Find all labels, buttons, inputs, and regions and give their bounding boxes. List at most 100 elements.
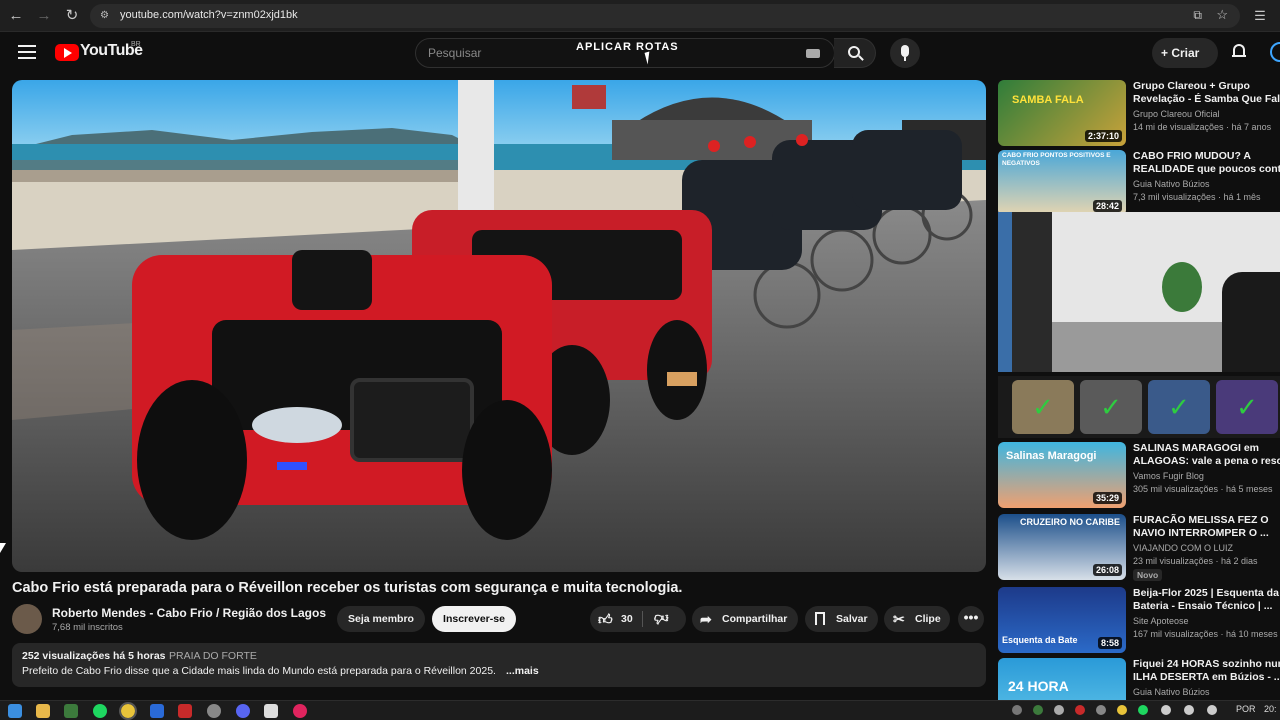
- tray-icon[interactable]: [1012, 705, 1022, 715]
- recommended-item[interactable]: Esquenta da Bate 8:58 Beija-Flor 2025 | …: [998, 587, 1280, 653]
- discord-icon[interactable]: [236, 704, 250, 718]
- video-thumbnail[interactable]: CRUZEIRO NO CARIBE 26:08: [998, 514, 1126, 580]
- tray-icon[interactable]: [1075, 705, 1085, 715]
- recommended-meta: 14 mi de visualizações · há 7 anos: [1133, 122, 1272, 132]
- duration-badge: 2:37:10: [1084, 130, 1122, 142]
- save-button[interactable]: Salvar: [805, 606, 878, 632]
- upload-age: há 5 horas: [113, 650, 166, 662]
- app-icon[interactable]: [150, 704, 164, 718]
- app-icon[interactable]: [207, 704, 221, 718]
- network-icon[interactable]: [1184, 705, 1194, 715]
- subscriber-count: 7,68 mil inscritos: [52, 622, 123, 633]
- app-icon[interactable]: [178, 704, 192, 718]
- recommended-channel[interactable]: VIAJANDO COM O LUIZ: [1133, 543, 1233, 553]
- tray-icon[interactable]: [1033, 705, 1043, 715]
- clip-label: Clipe: [915, 613, 941, 625]
- share-button[interactable]: ➦ Compartilhar: [692, 606, 798, 632]
- url-text[interactable]: youtube.com/watch?v=znm02xjd1bk: [120, 9, 298, 21]
- thumbs-up-icon[interactable]: 👍︎: [598, 606, 613, 632]
- create-button[interactable]: + Criar: [1152, 38, 1218, 68]
- microphone-icon[interactable]: [1161, 705, 1171, 715]
- app-icon[interactable]: [64, 704, 78, 718]
- thumbnail-text: Salinas Maragogi: [1006, 450, 1097, 462]
- channel-name[interactable]: Roberto Mendes - Cabo Frio / Região dos …: [52, 606, 326, 620]
- address-bar[interactable]: ⚙ youtube.com/watch?v=znm02xjd1bk ⧉ ☆: [90, 4, 1240, 28]
- recommended-item[interactable]: CRUZEIRO NO CARIBE 26:08 FURACÃO MELISSA…: [998, 514, 1280, 581]
- channel-avatar[interactable]: [12, 604, 42, 634]
- tray-icon[interactable]: [1054, 705, 1064, 715]
- duration-badge: 28:42: [1092, 200, 1122, 212]
- language-indicator[interactable]: POR: [1236, 704, 1256, 714]
- bookmark-star-icon[interactable]: ☆: [1216, 7, 1228, 23]
- file-explorer-icon[interactable]: [36, 704, 50, 718]
- back-arrow-icon[interactable]: ←: [6, 6, 26, 26]
- clip-button[interactable]: ✂ Clipe: [884, 606, 950, 632]
- recommended-channel[interactable]: Site Apoteose: [1133, 616, 1189, 626]
- video-thumbnail[interactable]: 24 HORA: [998, 658, 1126, 700]
- thumbnail-text: 24 HORA: [1008, 678, 1069, 694]
- thumbs-down-icon[interactable]: 👍︎: [654, 606, 669, 632]
- location-tag[interactable]: PRAIA DO FORTE: [169, 650, 257, 662]
- youtube-logo-icon[interactable]: [55, 44, 79, 61]
- check-icon: ✓: [1080, 380, 1142, 434]
- recommended-channel[interactable]: Guia Nativo Búzios: [1133, 179, 1210, 189]
- recommended-channel[interactable]: Guia Nativo Búzios: [1133, 687, 1210, 697]
- description-box[interactable]: 252 visualizações há 5 horas PRAIA DO FO…: [12, 643, 986, 687]
- recommended-item[interactable]: SAMBA FALA 2:37:10 Grupo Clareou + Grupo…: [998, 80, 1280, 146]
- clock[interactable]: 20:: [1264, 704, 1277, 714]
- recommended-item[interactable]: Salinas Maragogi 35:29 SALINAS MARAGOGI …: [998, 442, 1280, 508]
- mouse-cursor-icon: [644, 51, 653, 65]
- join-label: Seja membro: [348, 613, 414, 625]
- like-count[interactable]: 30: [621, 606, 633, 632]
- tray-icon[interactable]: [1117, 705, 1127, 715]
- recommended-channel[interactable]: Vamos Fugir Blog: [1133, 471, 1204, 481]
- recommended-item[interactable]: CABO FRIO PONTOS POSITIVOS E NEGATIVOS 2…: [998, 150, 1280, 216]
- app-icon[interactable]: [264, 704, 278, 718]
- video-thumbnail[interactable]: CABO FRIO PONTOS POSITIVOS E NEGATIVOS 2…: [998, 150, 1126, 216]
- tray-icon[interactable]: [1138, 705, 1148, 715]
- thumbnail-text: CABO FRIO PONTOS POSITIVOS E NEGATIVOS: [1002, 152, 1111, 167]
- video-player[interactable]: [12, 80, 986, 572]
- show-more-link[interactable]: ...mais: [506, 665, 539, 677]
- recommended-meta: 23 mil visualizações · há 2 dias: [1133, 556, 1258, 566]
- video-title: Cabo Frio está preparada para o Réveillo…: [12, 580, 683, 596]
- start-menu-icon[interactable]: [8, 704, 22, 718]
- search-button[interactable]: [834, 38, 876, 68]
- join-button[interactable]: Seja membro: [337, 606, 425, 632]
- video-thumbnail[interactable]: SAMBA FALA 2:37:10: [998, 80, 1126, 146]
- recommended-title[interactable]: Grupo Clareou + Grupo Revelação - É Samba…: [1133, 80, 1280, 106]
- video-thumbnail[interactable]: Esquenta da Bate 8:58: [998, 587, 1126, 653]
- spotify-icon[interactable]: [93, 704, 107, 718]
- reload-icon[interactable]: ↻: [62, 6, 82, 26]
- cast-icon[interactable]: ⧉: [1193, 8, 1202, 23]
- more-actions-icon[interactable]: •••: [958, 606, 984, 632]
- recommended-title[interactable]: SALINAS MARAGOGI em ALAGOAS: vale a pena …: [1133, 442, 1280, 468]
- search-box[interactable]: Pesquisar APLICAR ROTAS: [415, 38, 835, 68]
- chrome-icon[interactable]: [119, 702, 137, 720]
- tray-icon[interactable]: [1096, 705, 1106, 715]
- recommended-item[interactable]: 24 HORA Fiquei 24 HORAS sozinho numa ILHA…: [998, 658, 1280, 700]
- search-input[interactable]: Pesquisar: [428, 46, 481, 60]
- notifications-bell-icon[interactable]: [1232, 44, 1246, 60]
- overlay-caption: APLICAR ROTAS: [576, 41, 679, 53]
- volume-icon[interactable]: [1207, 705, 1217, 715]
- app-icon[interactable]: [293, 704, 307, 718]
- video-thumbnail[interactable]: Salinas Maragogi 35:29: [998, 442, 1126, 508]
- voice-search-button[interactable]: [890, 38, 920, 68]
- recommended-title[interactable]: CABO FRIO MUDOU? A REALIDADE que poucos c…: [1133, 150, 1280, 176]
- menu-icon[interactable]: [18, 45, 36, 59]
- reading-list-icon[interactable]: ☰: [1250, 6, 1270, 26]
- recommended-title[interactable]: Fiquei 24 HORAS sozinho numa ILHA DESERTA…: [1133, 658, 1280, 684]
- bookmark-icon: [815, 612, 825, 625]
- avatar[interactable]: [1270, 42, 1280, 62]
- mouse-cursor-icon: [0, 543, 6, 553]
- create-label: + Criar: [1161, 46, 1200, 60]
- recommended-title[interactable]: FURACÃO MELISSA FEZ O NAVIO INTERROMPER O…: [1133, 514, 1280, 540]
- description-text: Prefeito de Cabo Frio disse que a Cidade…: [22, 665, 496, 677]
- recommended-channel[interactable]: Grupo Clareou Oficial: [1133, 109, 1220, 119]
- forward-arrow-icon[interactable]: →: [34, 6, 54, 26]
- subscribe-button[interactable]: Inscrever-se: [432, 606, 516, 632]
- site-settings-icon[interactable]: ⚙: [100, 10, 112, 22]
- recommended-title[interactable]: Beija-Flor 2025 | Esquenta da Bateria - E…: [1133, 587, 1280, 613]
- keyboard-icon[interactable]: [806, 49, 820, 58]
